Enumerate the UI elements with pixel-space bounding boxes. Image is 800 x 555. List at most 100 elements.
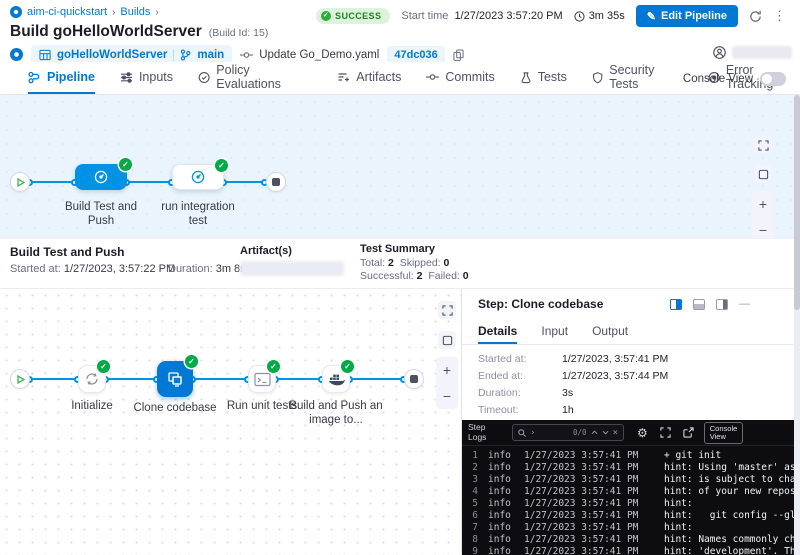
harness-logo-icon (10, 48, 23, 61)
detail-row-duration: Duration:3s (478, 387, 573, 399)
ci-gauge-icon (93, 169, 109, 185)
tab-input[interactable]: Input (541, 319, 568, 344)
fullscreen-button[interactable] (438, 301, 456, 319)
step-node-initialize[interactable]: ✓ (78, 365, 106, 393)
play-icon (16, 178, 25, 187)
tab-policy-evaluations[interactable]: Policy Evaluations (198, 62, 312, 94)
stage-node-run-integration-test[interactable]: ✓ (172, 164, 224, 190)
success-check-icon: ✓ (321, 11, 331, 21)
more-options-icon[interactable]: ⋮ (773, 8, 786, 24)
prev-match-icon[interactable] (591, 430, 598, 435)
tab-output[interactable]: Output (592, 319, 628, 344)
stop-icon (272, 178, 280, 186)
tab-commits[interactable]: Commits (426, 62, 494, 94)
console-header: Step Logs › 0/0 × ⚙ Console View (462, 420, 800, 446)
next-match-icon[interactable] (602, 430, 609, 435)
search-icon (518, 429, 526, 437)
status-badge: ✓ SUCCESS (316, 8, 390, 24)
layout-bottom-view-icon[interactable] (693, 299, 705, 310)
log-line: 9info1/27/2023 3:57:41 PMhint: 'developm… (462, 545, 794, 555)
fullscreen-button[interactable] (754, 136, 772, 154)
step-panel-tabs: Details Input Output (462, 319, 800, 345)
console-view-toggle[interactable] (760, 72, 786, 86)
docker-icon (328, 372, 345, 387)
tab-details[interactable]: Details (478, 319, 517, 344)
avatar[interactable] (713, 46, 726, 59)
success-check-icon: ✓ (97, 360, 110, 373)
clone-codebase-icon (165, 369, 185, 389)
connector-line (193, 378, 248, 380)
breadcrumb-project-link[interactable]: aim-ci-quickstart (27, 6, 107, 18)
zoom-controls: + − (436, 357, 458, 409)
breadcrumb-separator: › (112, 7, 115, 18)
minimize-icon[interactable]: — (739, 298, 750, 310)
zoom-in-button[interactable]: + (759, 191, 767, 217)
elapsed-time: 3m 35s (574, 10, 625, 22)
commit-message[interactable]: Update Go_Demo.yaml (240, 49, 379, 61)
commit-sha[interactable]: 47dc036 (387, 46, 444, 64)
steps-start-node (10, 369, 30, 389)
artifact-link-redacted[interactable] (240, 261, 344, 276)
copy-icon[interactable] (453, 49, 464, 61)
pipeline-end-node (266, 172, 286, 192)
harness-logo-icon (10, 6, 22, 18)
log-settings-gear-icon[interactable]: ⚙ (637, 426, 648, 440)
edit-pipeline-button[interactable]: ✎ Edit Pipeline (636, 5, 738, 27)
layout-right-view-icon[interactable] (716, 299, 728, 310)
zoom-out-button[interactable]: − (443, 383, 451, 409)
stage-label[interactable]: Build Test and Push (56, 200, 146, 228)
search-caret: › (530, 428, 535, 438)
ci-gauge-icon (190, 169, 206, 185)
log-line: 6info1/27/2023 3:57:41 PMhint: git confi… (462, 509, 794, 521)
step-graph-canvas[interactable]: ✓ Initialize ✓ Clone codebase ✓ Run unit… (0, 288, 462, 555)
detail-row-timeout: Timeout:1h (478, 404, 574, 416)
log-line: 7info1/27/2023 3:57:41 PMhint: (462, 521, 794, 533)
sync-icon (84, 371, 100, 387)
tab-security-tests[interactable]: Security Tests (592, 62, 683, 94)
clock-icon (574, 11, 585, 22)
log-fullscreen-icon[interactable] (660, 427, 671, 438)
step-label[interactable]: Clone codebase (125, 401, 225, 415)
step-node-clone-codebase[interactable]: ✓ (157, 361, 193, 397)
zoom-in-button[interactable]: + (443, 357, 451, 383)
breadcrumb-builds-link[interactable]: Builds (120, 6, 150, 18)
detail-row-ended: Ended at:1/27/2023, 3:57:44 PM (478, 370, 668, 382)
tab-tests[interactable]: Tests (520, 62, 567, 94)
branch-icon (180, 49, 191, 61)
build-id: (Build Id: 15) (209, 27, 269, 39)
detail-row-started: Started at:1/27/2023, 3:57:41 PM (478, 353, 668, 365)
connector-line (224, 181, 266, 183)
play-icon (16, 375, 25, 384)
tab-pipeline[interactable]: Pipeline (28, 62, 95, 94)
log-search-input[interactable]: › 0/0 × (512, 424, 624, 441)
step-node-build-and-push-image[interactable]: ✓ (322, 365, 350, 393)
pencil-icon: ✎ (647, 10, 656, 23)
start-time-label: Start time (401, 10, 448, 22)
open-in-new-icon[interactable] (683, 427, 694, 438)
console-view-button[interactable]: Console View (704, 422, 744, 444)
log-line: 3info1/27/2023 3:57:41 PMhint: is subjec… (462, 473, 794, 485)
step-details-panel: Step: Clone codebase — Details Input Out… (462, 288, 800, 420)
stage-node-build-test-and-push[interactable]: ✓ (75, 164, 127, 190)
step-label[interactable]: Build and Push an image to... (281, 399, 391, 427)
step-label[interactable]: Initialize (52, 399, 132, 413)
connector-line (30, 378, 78, 380)
stage-label[interactable]: run integration test (152, 200, 244, 228)
search-match-counter: 0/0 (573, 428, 587, 437)
fit-to-screen-button[interactable] (754, 165, 772, 183)
refresh-icon[interactable] (749, 10, 762, 23)
stage-summary-band: Build Test and Push Started at: 1/27/202… (0, 238, 800, 288)
clear-search-icon[interactable]: × (613, 428, 618, 438)
step-node-run-unit-tests[interactable]: ✓ (248, 365, 276, 393)
log-lines[interactable]: 1info1/27/2023 3:57:41 PM+ git init 2inf… (462, 449, 794, 555)
layout-split-view-icon[interactable] (670, 299, 682, 310)
log-line: 2info1/27/2023 3:57:41 PMhint: Using 'ma… (462, 461, 794, 473)
steps-end-node (404, 369, 424, 389)
tab-artifacts[interactable]: Artifacts (337, 62, 401, 94)
page-scrollbar-thumb[interactable] (794, 95, 800, 310)
stage-graph-canvas[interactable]: ✓ Build Test and Push ✓ run integration … (0, 95, 800, 238)
repo-name: goHelloWorldServer (57, 49, 167, 61)
commit-icon (240, 50, 253, 60)
fit-to-screen-button[interactable] (438, 331, 456, 349)
tab-inputs[interactable]: Inputs (120, 62, 173, 94)
